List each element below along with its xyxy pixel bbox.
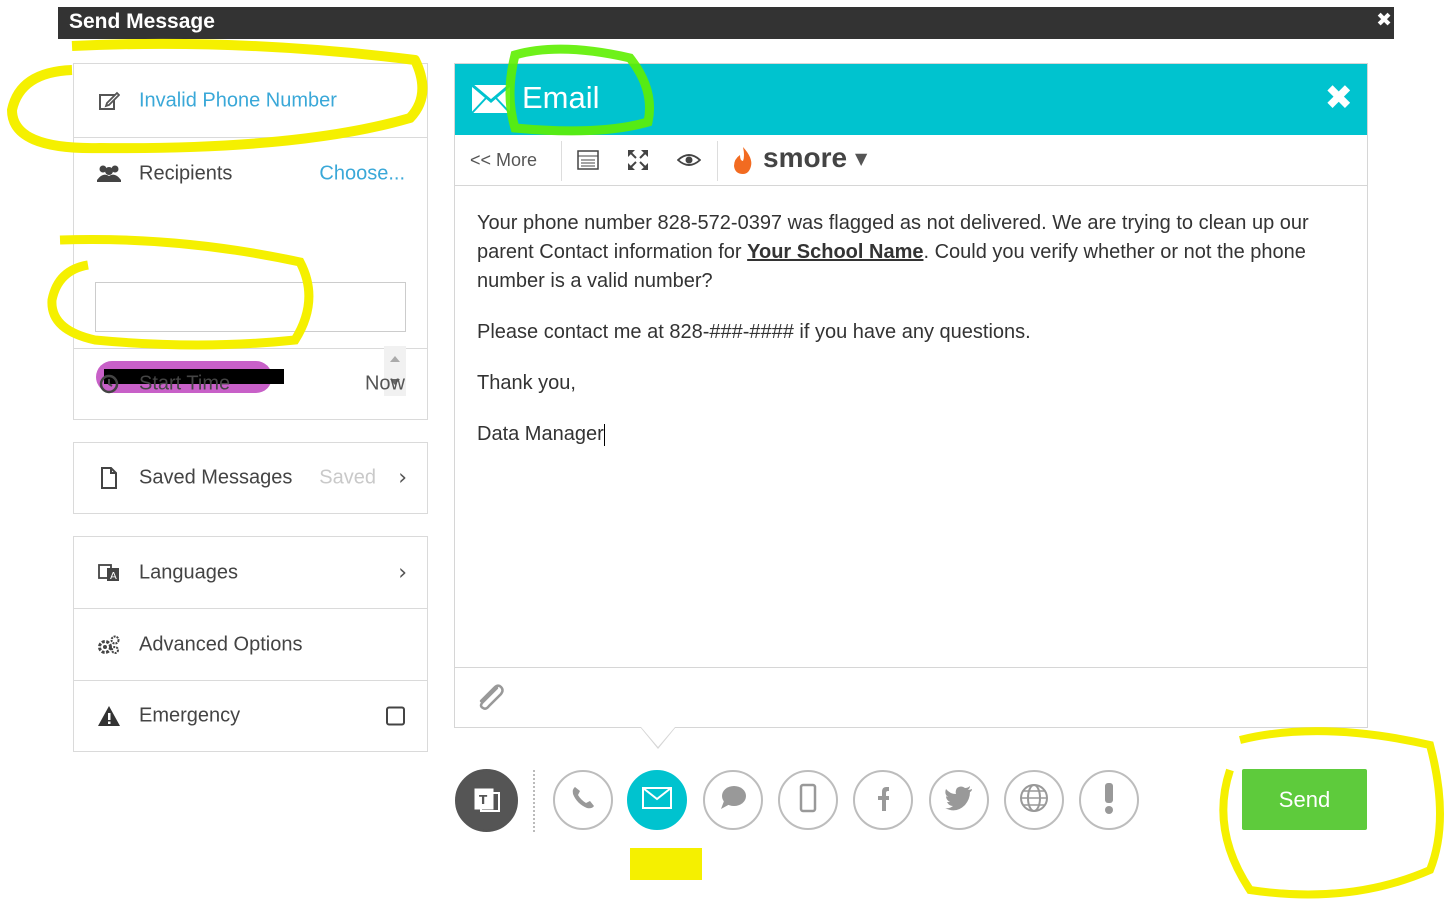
panel-pointer-inner: [641, 727, 675, 747]
envelope-icon: [471, 83, 511, 118]
web-channel-button[interactable]: [1004, 770, 1064, 830]
toolbar-separator: [717, 141, 718, 181]
svg-text:T: T: [479, 793, 488, 807]
chevron-right-icon: ›: [398, 560, 407, 585]
recipients-input[interactable]: [95, 282, 406, 332]
phone-channel-button[interactable]: [553, 770, 613, 830]
body-paragraph: Data Manager: [477, 423, 605, 446]
preview-eye-icon[interactable]: [676, 147, 702, 173]
paperclip-icon[interactable]: [473, 680, 507, 718]
sms-icon: [718, 784, 748, 816]
cogs-icon: [96, 632, 122, 658]
web-icon: [1019, 783, 1049, 817]
saved-messages-row[interactable]: Saved Messages Saved ›: [74, 443, 427, 513]
svg-text:A: A: [110, 571, 117, 582]
school-name: Your School Name: [747, 241, 924, 263]
mobile-icon: [799, 783, 817, 817]
languages-label: Languages: [139, 561, 238, 583]
alert-channel-button[interactable]: [1079, 770, 1139, 830]
editor-toolbar: << More smore ▼: [455, 135, 1367, 186]
window-titlebar: Send Message ✖: [58, 7, 1394, 39]
email-channel-button[interactable]: [627, 770, 687, 830]
twitter-channel-button[interactable]: [929, 770, 989, 830]
emergency-row[interactable]: Emergency: [74, 681, 427, 751]
phone-icon: [569, 784, 597, 816]
start-time-row[interactable]: Start Time Now: [74, 349, 427, 419]
subject-row[interactable]: Invalid Phone Number: [74, 64, 427, 138]
email-header: Email ✖: [455, 64, 1367, 135]
smore-flame-icon: [731, 146, 755, 180]
more-button[interactable]: << More: [470, 150, 537, 171]
edit-icon: [96, 88, 122, 114]
message-body[interactable]: Your phone number 828-572-0397 was flagg…: [477, 209, 1337, 471]
sms-channel-button[interactable]: [703, 770, 763, 830]
saved-messages-label: Saved Messages: [139, 466, 293, 489]
smore-brand[interactable]: smore: [763, 142, 847, 174]
options-card: A Languages › Advanced Options Emergency: [73, 536, 428, 752]
chevron-right-icon: ›: [398, 465, 407, 491]
languages-row[interactable]: A Languages ›: [74, 537, 427, 609]
start-time-label: Start Time: [139, 372, 231, 395]
close-icon[interactable]: ✖: [1376, 9, 1392, 31]
chevron-down-icon[interactable]: ▼: [855, 149, 867, 168]
attachment-bar: [455, 667, 1367, 728]
advanced-options-label: Advanced Options: [139, 633, 303, 655]
template-grid-icon[interactable]: [575, 147, 601, 173]
fullscreen-icon[interactable]: [625, 147, 651, 173]
message-settings-card: Invalid Phone Number Recipients Choose..…: [73, 63, 428, 420]
email-editor: Email ✖ << More smore ▼ Your phone numbe…: [454, 63, 1368, 728]
body-paragraph: Thank you,: [477, 372, 576, 394]
body-paragraph: Your phone number 828-572-0397 was flagg…: [477, 212, 1309, 292]
saved-messages-card: Saved Messages Saved ›: [73, 442, 428, 514]
subject-label[interactable]: Invalid Phone Number: [139, 89, 337, 112]
advanced-options-row[interactable]: Advanced Options: [74, 609, 427, 681]
saved-messages-value: Saved: [319, 466, 376, 489]
channel-divider: [533, 770, 536, 832]
recipients-label: Recipients: [139, 162, 233, 185]
translate-icon: A: [96, 560, 122, 586]
alert-icon: [1104, 782, 1114, 818]
body-paragraph: Please contact me at 828-###-#### if you…: [477, 321, 1031, 343]
emergency-label: Emergency: [139, 704, 241, 727]
users-icon: [96, 161, 122, 187]
warning-icon: [96, 703, 122, 729]
send-button[interactable]: Send: [1242, 769, 1367, 830]
facebook-channel-button[interactable]: [853, 770, 913, 830]
email-icon: [642, 787, 672, 813]
window-title: Send Message: [69, 10, 215, 33]
start-time-value[interactable]: Now: [365, 373, 405, 396]
twitter-icon: [944, 785, 974, 815]
email-title: Email: [522, 80, 600, 115]
template-button[interactable]: T: [455, 769, 518, 832]
template-icon: T: [471, 783, 503, 819]
file-icon: [96, 465, 122, 491]
toolbar-separator: [561, 141, 562, 181]
close-email-icon[interactable]: ✖: [1325, 78, 1354, 118]
mobile-channel-button[interactable]: [778, 770, 838, 830]
emergency-checkbox[interactable]: [386, 706, 405, 726]
text-cursor: [603, 423, 605, 446]
facebook-icon: [875, 783, 891, 817]
recipients-section: Recipients Choose...: [74, 138, 427, 396]
choose-recipients-link[interactable]: Choose...: [319, 163, 405, 186]
clock-icon: [96, 371, 122, 397]
